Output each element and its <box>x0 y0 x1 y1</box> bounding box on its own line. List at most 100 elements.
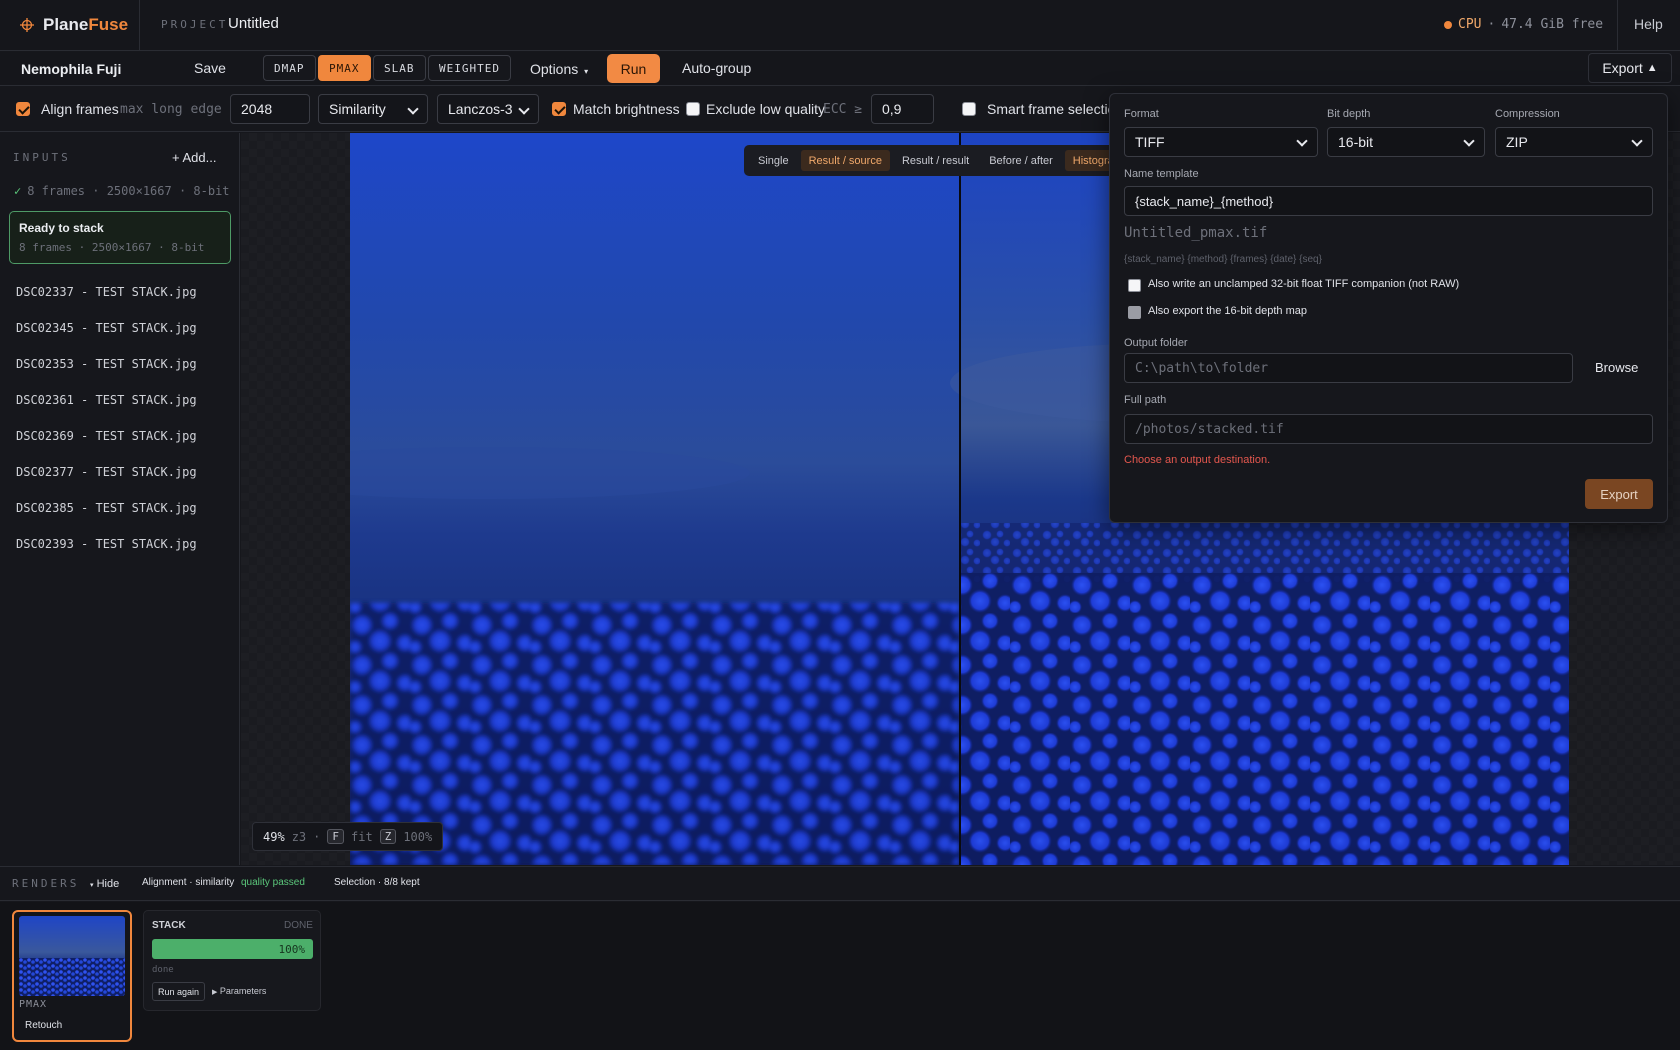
format-select[interactable]: TIFF <box>1124 127 1318 157</box>
summary-text: 8 frames · 2500×1667 · 8-bit <box>27 184 230 198</box>
parameters-toggle[interactable]: ▶ Parameters <box>212 986 266 996</box>
export-button[interactable]: Export <box>1585 479 1653 509</box>
bit-depth-select[interactable]: 16-bit <box>1327 127 1485 157</box>
status-dot-icon <box>1444 20 1452 29</box>
resample-select[interactable]: Lanczos-3 <box>437 94 539 124</box>
full-path-input[interactable]: /photos/stacked.tif <box>1124 414 1653 444</box>
ecc-threshold-input[interactable]: 0,9 <box>871 94 934 124</box>
compression-label: Compression <box>1495 108 1560 120</box>
zoom-controls: 49% z3 · F fit Z 100% <box>252 822 444 851</box>
resource-status: CPU · 47.4 GiB free <box>1444 17 1603 32</box>
ready-title: Ready to stack <box>19 221 104 235</box>
stack-job-status: DONE <box>284 920 313 931</box>
save-button[interactable]: Save <box>194 60 226 76</box>
inputs-summary: ✓ 8 frames · 2500×1667 · 8-bit <box>14 184 230 198</box>
float-tiff-checkbox[interactable] <box>1128 279 1141 292</box>
add-inputs-button[interactable]: + Add... <box>172 150 216 165</box>
align-frames-label: Align frames <box>41 101 119 117</box>
render-thumbnail-image <box>19 916 125 996</box>
project-name[interactable]: Untitled <box>228 15 279 32</box>
stack-name[interactable]: Nemophila Fuji <box>21 61 121 77</box>
name-template-input[interactable]: {stack_name}_{method} <box>1124 186 1653 216</box>
fit-shortcut-key: F <box>327 829 344 844</box>
file-list-item[interactable]: DSC02345 - TEST STACK.jpg <box>16 321 197 335</box>
ready-subtitle: 8 frames · 2500×1667 · 8-bit <box>19 241 205 254</box>
file-list-item[interactable]: DSC02337 - TEST STACK.jpg <box>16 285 197 299</box>
full-path-label: Full path <box>1124 394 1167 406</box>
view-mode-before-after[interactable]: Before / after <box>981 150 1061 171</box>
stack-job-title: STACK <box>152 920 186 931</box>
name-template-label: Name template <box>1124 168 1199 180</box>
run-button[interactable]: Run <box>607 54 660 83</box>
fit-button[interactable]: fit <box>351 830 373 844</box>
zoom-shortcut-key: Z <box>379 829 397 844</box>
error-message: Choose an output destination. <box>1124 454 1271 466</box>
auto-group-button[interactable]: Auto-group <box>682 60 751 76</box>
parameters-label: Parameters <box>219 986 267 996</box>
options-menu[interactable]: Options ▾ <box>530 61 588 77</box>
view-mode-result-result[interactable]: Result / result <box>894 150 977 171</box>
divider <box>139 0 140 51</box>
hide-renders-button[interactable]: ▾ Hide <box>90 878 119 890</box>
method-pmax-button[interactable]: PMAX <box>318 55 371 81</box>
compression-select[interactable]: ZIP <box>1495 127 1653 157</box>
exclude-low-quality-label: Exclude low quality <box>706 101 826 117</box>
hide-label: Hide <box>96 878 120 890</box>
progress-label: 100% <box>278 943 306 956</box>
output-folder-input[interactable]: C:\path\to\folder <box>1124 353 1573 383</box>
file-list-item[interactable]: DSC02361 - TEST STACK.jpg <box>16 393 197 407</box>
help-button[interactable]: Help <box>1634 16 1663 32</box>
export-panel: Format TIFF Bit depth 16-bit Compression… <box>1109 93 1668 523</box>
renders-panel: PMAX Retouch STACK DONE 100% done Run ag… <box>0 902 1680 1050</box>
inputs-heading: INPUTS <box>13 151 71 164</box>
inputs-sidebar: INPUTS + Add... ✓ 8 frames · 2500×1667 ·… <box>0 133 240 865</box>
checkmark-icon: ✓ <box>14 184 22 198</box>
render-card[interactable]: PMAX Retouch <box>12 910 132 1042</box>
caret-right-icon: ▶ <box>212 989 218 996</box>
brand-name: Plane <box>43 15 89 34</box>
renders-header: RENDERS ▾ Hide Alignment · similarity qu… <box>0 866 1680 901</box>
file-list-item[interactable]: DSC02393 - TEST STACK.jpg <box>16 537 197 551</box>
caret-up-icon: ▲ <box>1646 62 1658 74</box>
cpu-label: CPU <box>1458 17 1482 32</box>
file-list-item[interactable]: DSC02385 - TEST STACK.jpg <box>16 501 197 515</box>
retouch-button[interactable]: Retouch <box>25 1020 62 1031</box>
file-list-item[interactable]: DSC02369 - TEST STACK.jpg <box>16 429 197 443</box>
match-brightness-checkbox[interactable] <box>552 102 566 116</box>
render-thumbnail <box>19 916 125 996</box>
depth-map-checkbox[interactable] <box>1128 306 1141 319</box>
file-list-item[interactable]: DSC02377 - TEST STACK.jpg <box>16 465 197 479</box>
brand-name-accent: Fuse <box>88 15 129 34</box>
export-label: Export <box>1602 60 1643 76</box>
app-logo: PlaneFuse <box>20 15 128 35</box>
export-menu-button[interactable]: Export ▲ <box>1588 53 1672 83</box>
max-long-edge-input[interactable]: 2048 <box>230 94 310 124</box>
smart-frame-selection-checkbox[interactable] <box>962 102 976 116</box>
selection-status: Selection · 8/8 kept <box>334 877 420 888</box>
run-again-button[interactable]: Run again <box>152 982 206 1001</box>
file-list-item[interactable]: DSC02353 - TEST STACK.jpg <box>16 357 197 371</box>
view-mode-result-source[interactable]: Result / source <box>800 150 890 171</box>
memory-free: 47.4 GiB free <box>1501 17 1604 32</box>
method-weighted-button[interactable]: WEIGHTED <box>428 55 511 81</box>
align-frames-checkbox[interactable] <box>16 102 30 116</box>
stack-job-card: STACK DONE 100% done Run again ▶ Paramet… <box>143 910 321 1011</box>
comparison-split-handle[interactable] <box>959 133 961 865</box>
top-bar: PlaneFuse PROJECT Untitled CPU · 47.4 Gi… <box>0 0 1680 51</box>
transform-select[interactable]: Similarity <box>318 94 428 124</box>
alignment-status: Alignment · similarity <box>142 877 235 888</box>
browse-button[interactable]: Browse <box>1595 360 1638 375</box>
method-slab-button[interactable]: SLAB <box>373 55 426 81</box>
method-dmap-button[interactable]: DMAP <box>263 55 316 81</box>
exclude-low-quality-checkbox[interactable] <box>686 102 700 116</box>
stack-job-detail: done <box>152 965 174 975</box>
stack-progress-bar: 100% <box>152 939 313 959</box>
render-method: PMAX <box>19 999 48 1010</box>
filename-preview: Untitled_pmax.tif <box>1124 225 1268 241</box>
view-mode-single[interactable]: Single <box>750 150 797 171</box>
ready-to-stack-group[interactable]: Ready to stack 8 frames · 2500×1667 · 8-… <box>9 211 231 264</box>
zoom-100-button[interactable]: 100% <box>403 830 432 844</box>
bit-depth-label: Bit depth <box>1327 108 1371 120</box>
divider <box>1617 0 1618 51</box>
format-label: Format <box>1124 108 1159 120</box>
